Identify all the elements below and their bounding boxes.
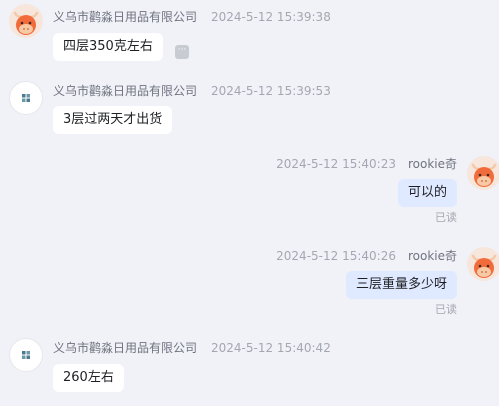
read-status: 已读	[435, 211, 457, 224]
message-bubble[interactable]: 四层350克左右	[53, 33, 163, 61]
message-meta: 2024-5-12 15:40:23 rookie奇	[276, 155, 457, 172]
sender-name: rookie奇	[407, 249, 457, 263]
company-logo-icon	[22, 93, 30, 103]
message-meta: 2024-5-12 15:40:26 rookie奇	[276, 247, 457, 264]
ox-icon	[467, 247, 499, 281]
ox-icon	[467, 156, 499, 190]
company-logo-avatar[interactable]	[9, 81, 43, 115]
sender-name: 义乌市鹳淼日用品有限公司	[53, 10, 198, 24]
message-time: 2024-5-12 15:40:42	[211, 341, 331, 355]
message-meta: 义乌市鹳淼日用品有限公司 2024-5-12 15:39:53	[53, 82, 331, 99]
message-time: 2024-5-12 15:39:38	[211, 10, 331, 24]
ellipsis-icon[interactable]: ···	[175, 45, 189, 59]
sender-name: 义乌市鹳淼日用品有限公司	[53, 84, 198, 98]
message-meta: 义乌市鹳淼日用品有限公司 2024-5-12 15:39:38	[53, 8, 331, 25]
message-time: 2024-5-12 15:39:53	[211, 84, 331, 98]
message-bubble[interactable]: 3层过两天才出货	[53, 106, 173, 134]
ox-icon	[9, 4, 43, 38]
ox-avatar[interactable]	[467, 247, 499, 281]
message-bubble[interactable]: 260左右	[53, 364, 124, 392]
sender-name: 义乌市鹳淼日用品有限公司	[53, 341, 198, 355]
chat-message-list: 义乌市鹳淼日用品有限公司 2024-5-12 15:39:38 四层350克左右 …	[0, 0, 499, 406]
sender-name: rookie奇	[407, 157, 457, 171]
ox-avatar[interactable]	[467, 156, 499, 190]
message-bubble[interactable]: 可以的	[397, 179, 457, 207]
ox-avatar[interactable]	[9, 4, 43, 38]
message-time: 2024-5-12 15:40:23	[276, 157, 396, 171]
company-logo-icon	[22, 350, 30, 360]
message-time: 2024-5-12 15:40:26	[276, 249, 396, 263]
message-meta: 义乌市鹳淼日用品有限公司 2024-5-12 15:40:42	[53, 339, 331, 356]
read-status: 已读	[435, 303, 457, 316]
company-logo-avatar[interactable]	[9, 338, 43, 372]
message-bubble[interactable]: 三层重量多少呀	[345, 271, 457, 299]
